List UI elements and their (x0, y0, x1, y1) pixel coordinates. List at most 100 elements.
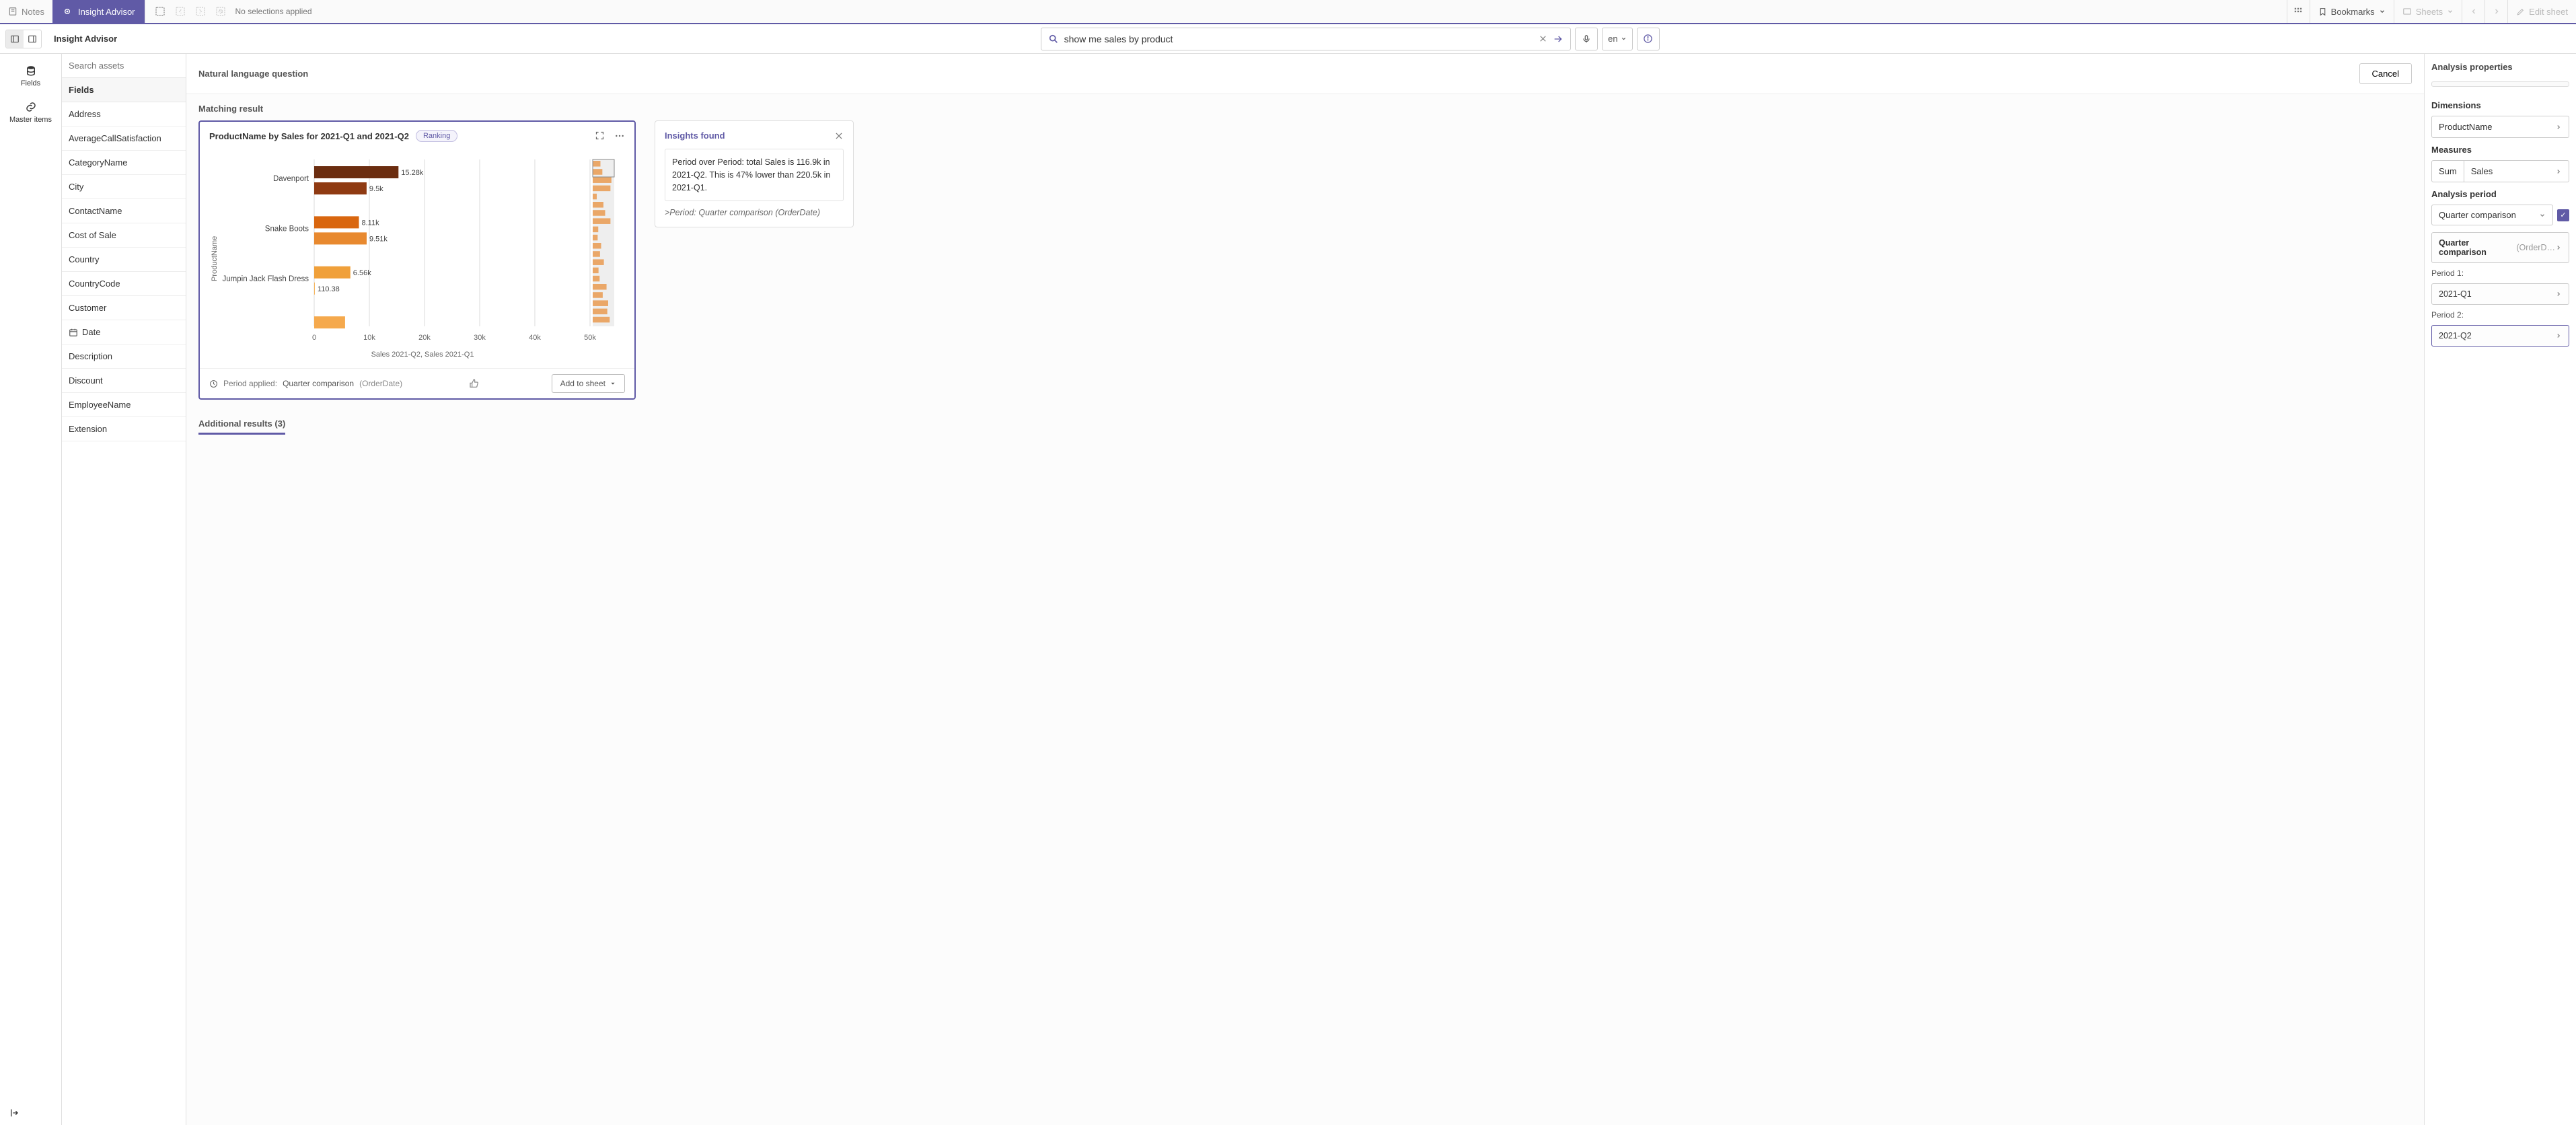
expand-icon[interactable] (595, 131, 605, 141)
voice-input-button[interactable] (1575, 28, 1598, 50)
field-item[interactable]: Address (62, 102, 186, 126)
nlq-title: Natural language question (198, 69, 308, 79)
field-item[interactable]: Customer (62, 296, 186, 320)
rail-fields-label: Fields (21, 79, 40, 87)
calendar-icon (69, 328, 78, 337)
bookmarks-button[interactable]: Bookmarks (2310, 0, 2394, 23)
period2-value: 2021-Q2 (2439, 331, 2472, 340)
top-toolbar: Notes Insight Advisor No selections appl… (0, 0, 2576, 24)
chevron-down-icon (2379, 8, 2386, 15)
selection-tool-icon[interactable] (155, 6, 165, 17)
info-icon (1643, 34, 1653, 44)
feedback-button[interactable] (469, 378, 480, 389)
bookmark-icon (2318, 7, 2327, 16)
svg-text:8.11k: 8.11k (362, 219, 380, 227)
prev-sheet-button[interactable] (2462, 0, 2485, 23)
period-enabled-checkbox[interactable]: ✓ (2557, 209, 2569, 221)
period2-label: Period 2: (2431, 310, 2569, 320)
field-item[interactable]: Discount (62, 369, 186, 393)
field-item[interactable]: CountryCode (62, 272, 186, 296)
chevron-down-icon (2539, 212, 2546, 219)
field-item[interactable]: Date (62, 320, 186, 344)
chevron-down-icon (1621, 36, 1627, 42)
period1-value: 2021-Q1 (2439, 289, 2472, 299)
chevron-left-icon (2470, 7, 2478, 15)
svg-text:0: 0 (312, 334, 316, 342)
field-item[interactable]: City (62, 175, 186, 199)
triangle-down-icon (610, 380, 616, 387)
ranking-badge: Ranking (416, 130, 457, 142)
chevron-right-icon (2555, 244, 2562, 251)
clear-sel-icon[interactable] (215, 6, 226, 17)
notes-button[interactable]: Notes (0, 0, 52, 23)
field-item[interactable]: Cost of Sale (62, 223, 186, 248)
fields-list[interactable]: AddressAverageCallSatisfactionCategoryNa… (62, 102, 186, 1125)
fields-header: Fields (62, 78, 186, 102)
field-item[interactable]: Extension (62, 417, 186, 441)
period-comparison-label: Quarter comparison (2439, 210, 2516, 220)
field-item[interactable]: CategoryName (62, 151, 186, 175)
field-item[interactable]: EmployeeName (62, 393, 186, 417)
edit-sheet-button[interactable]: Edit sheet (2507, 0, 2576, 23)
measure-name: Sales (2471, 166, 2493, 176)
second-bar: Insight Advisor en (0, 24, 2576, 54)
field-item[interactable]: ContactName (62, 199, 186, 223)
period-detail-row[interactable]: Quarter comparison (OrderD… (2431, 232, 2569, 263)
svg-text:50k: 50k (584, 334, 596, 342)
period-comparison-select[interactable]: Quarter comparison (2431, 205, 2553, 225)
insight-advisor-tab[interactable]: Insight Advisor (52, 0, 145, 23)
pencil-icon (2516, 7, 2525, 16)
svg-text:10k: 10k (363, 334, 375, 342)
left-panel-toggle[interactable] (6, 30, 24, 48)
left-rail: Fields Master items (0, 54, 62, 1125)
props-title: Analysis properties (2431, 62, 2569, 72)
language-button[interactable]: en (1602, 28, 1632, 50)
insights-close[interactable] (834, 131, 844, 141)
svg-text:15.28k: 15.28k (401, 169, 424, 177)
more-icon[interactable] (614, 131, 625, 141)
measure-agg: Sum (2432, 161, 2464, 182)
clear-search-icon[interactable] (1539, 34, 1547, 43)
chart-title: ProductName by Sales for 2021-Q1 and 202… (209, 131, 409, 141)
nl-search-input[interactable] (1064, 34, 1534, 44)
step-back-icon[interactable] (175, 6, 186, 17)
insight-tab-label: Insight Advisor (78, 7, 135, 17)
sheets-button[interactable]: Sheets (2394, 0, 2462, 23)
fields-search-input[interactable] (69, 61, 179, 71)
measure-pill[interactable]: Sum Sales (2431, 160, 2569, 182)
measures-header: Measures (2431, 145, 2569, 155)
cancel-button[interactable]: Cancel (2359, 63, 2412, 84)
field-item[interactable]: Country (62, 248, 186, 272)
add-to-sheet-button[interactable]: Add to sheet (552, 374, 625, 393)
period-applied-paren: (OrderDate) (359, 379, 402, 388)
chevron-right-icon (2555, 332, 2562, 339)
analysis-type-collapsed[interactable] (2431, 81, 2569, 87)
field-item[interactable]: Description (62, 344, 186, 369)
step-fwd-icon[interactable] (195, 6, 206, 17)
grid-menu-button[interactable] (2287, 0, 2310, 23)
rail-fields[interactable]: Fields (0, 58, 61, 94)
insight-body: Period over Period: total Sales is 116.9… (665, 149, 844, 201)
fields-search[interactable] (62, 54, 186, 78)
fields-panel: Fields AddressAverageCallSatisfactionCat… (62, 54, 186, 1125)
period1-select[interactable]: 2021-Q1 (2431, 283, 2569, 305)
info-button[interactable] (1637, 28, 1660, 50)
page-title: Insight Advisor (48, 34, 122, 44)
submit-arrow-icon[interactable] (1553, 34, 1563, 44)
nl-search-box[interactable] (1041, 28, 1572, 50)
next-sheet-button[interactable] (2485, 0, 2507, 23)
insights-card: Insights found Period over Period: total… (655, 120, 854, 227)
additional-results-tab[interactable]: Additional results (3) (198, 419, 285, 435)
dimension-name: ProductName (2439, 122, 2492, 132)
edit-sheet-label: Edit sheet (2529, 7, 2568, 17)
dimension-pill[interactable]: ProductName (2431, 116, 2569, 138)
svg-text:Davenport: Davenport (273, 175, 309, 183)
field-item[interactable]: AverageCallSatisfaction (62, 126, 186, 151)
collapse-rail-button[interactable] (9, 1108, 20, 1118)
chevron-right-icon (2555, 291, 2562, 297)
chevron-down-icon (2447, 8, 2454, 15)
right-panel-toggle[interactable] (24, 30, 41, 48)
sheets-label: Sheets (2416, 7, 2443, 17)
period2-select[interactable]: 2021-Q2 (2431, 325, 2569, 347)
rail-master-items[interactable]: Master items (0, 94, 61, 131)
